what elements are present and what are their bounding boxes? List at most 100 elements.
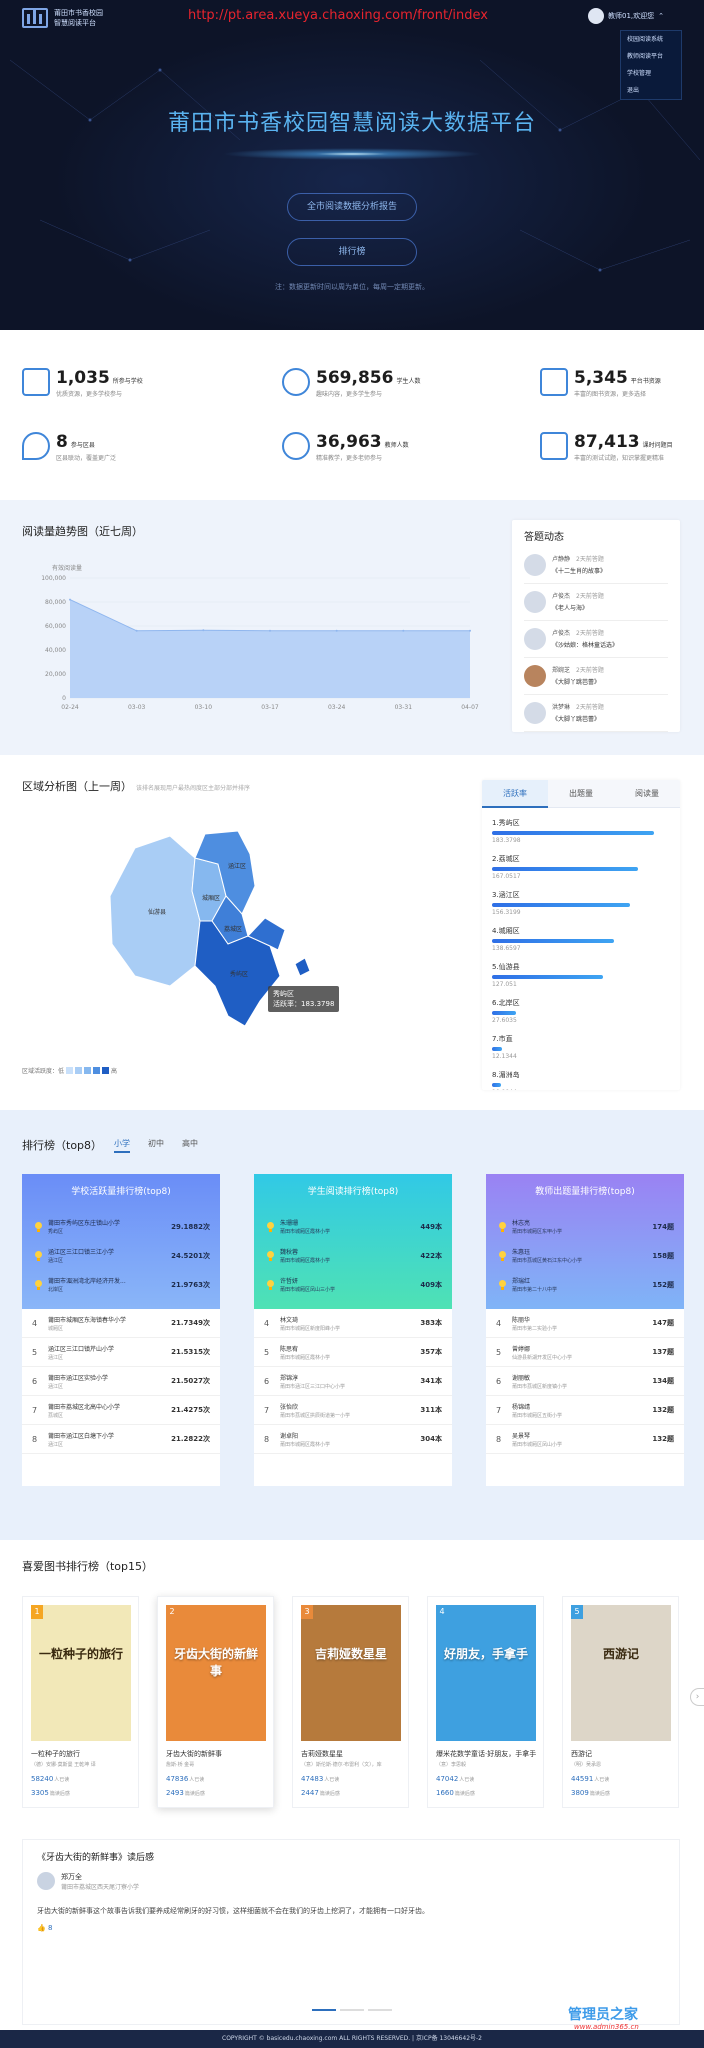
y-tick-label: 80,000: [45, 599, 66, 606]
rank-score: 137题: [652, 1348, 674, 1356]
book-title: 吉莉娅数星星: [301, 1750, 343, 1758]
x-tick-label: 03-03: [128, 704, 146, 711]
rank-name: 莆田市湄洲湾北岸经济开发...: [48, 1278, 126, 1285]
rank-name: 莆田市荔城区北高中心小学: [48, 1403, 121, 1411]
rank-row[interactable]: 魏秋蓉 莆田市城厢区霞林小学 422本: [254, 1241, 452, 1270]
rank-row[interactable]: 7 杨锦靖 莆田市城厢区五街小学 132题: [486, 1396, 684, 1425]
trophy-bulb-icon: [264, 1250, 280, 1261]
rank-row[interactable]: 莆田市秀屿区东庄镇山小学 秀屿区 29.1882次: [22, 1212, 220, 1241]
rank-row[interactable]: 4 林文琦 莆田市城厢区新度阳峰小学 383本: [254, 1309, 452, 1338]
tab-question-count[interactable]: 出题量: [548, 780, 614, 808]
rank-row[interactable]: 郑瑞红 莆田市第二十八中学 152题: [486, 1270, 684, 1299]
rank-sub: 莆田市第二十八中学: [512, 1287, 558, 1293]
network-background: [9, 59, 701, 272]
rank-row[interactable]: 涵江区三江口镇三江小学 涵江区 24.5201次: [22, 1241, 220, 1270]
book-cover[interactable]: 一粒种子的旅行: [31, 1605, 131, 1741]
trophy-bulb-icon: [32, 1250, 48, 1261]
rank-row[interactable]: 6 谢丽敏 莆田市荔城区新度镇小学 134题: [486, 1367, 684, 1396]
reads-unit: 人已读: [459, 1777, 475, 1783]
rank-sub: 莆田市荔城区新度镇小学: [512, 1383, 568, 1390]
rank-row[interactable]: 5 陈思宥 莆田市城厢区霞林小学 357本: [254, 1338, 452, 1367]
carousel-dot[interactable]: [368, 2009, 392, 2011]
data-point: [402, 629, 405, 632]
x-tick-label: 03-17: [261, 704, 279, 711]
rank-score: 147题: [652, 1319, 674, 1327]
tab-senior[interactable]: 高中: [182, 1138, 198, 1149]
data-point: [269, 629, 271, 632]
book-card[interactable]: 一粒种子的旅行 1 一粒种子的旅行 （德）安娜·莫斯曼 王乾坤 译 58240人已读 33…: [22, 1596, 139, 1808]
carousel-next-button[interactable]: ›: [690, 1688, 704, 1706]
district-value: 127.051: [492, 981, 517, 988]
trophy-bulb-icon: [496, 1279, 512, 1290]
menu-item-logout[interactable]: 退出: [621, 82, 681, 99]
book-rank-badge: 2: [166, 1605, 178, 1619]
rank-sub: 北岸区: [48, 1287, 64, 1293]
student-reading-panel: 学生阅读排行榜(top8) 朱珊珊 莆田市城厢区霞林小学 449本 魏秋蓉 莆田市城厢区霞…: [254, 1174, 452, 1486]
reviews-unit: 篇读后感: [589, 1791, 610, 1797]
rank-row[interactable]: 6 郑锦淳 莆田市涵江区三江口中心小学 341本: [254, 1367, 452, 1396]
district-rank-item: 5.仙游县 127.051: [482, 960, 680, 996]
like-button[interactable]: 👍 8: [37, 1924, 52, 1932]
feed-user-name: 卢俊杰 2天前答题: [552, 628, 618, 637]
book-cover[interactable]: 牙齿大街的新鲜事: [166, 1605, 266, 1741]
rank-row[interactable]: 朱珊珊 莆田市城厢区霞林小学 449本: [254, 1212, 452, 1241]
carousel-dot[interactable]: [340, 2009, 364, 2011]
rank-row[interactable]: 4 陈丽华 莆田市第二实验小学 147题: [486, 1309, 684, 1338]
carousel-dot-active[interactable]: [312, 2009, 336, 2011]
rank-name: 吴景琴: [512, 1432, 531, 1440]
rank-row[interactable]: 7 莆田市荔城区北高中心小学 荔城区 21.4275次: [22, 1396, 220, 1425]
brand-logo[interactable]: 莆田市书香校园 智慧阅读平台: [22, 8, 103, 28]
feed-item[interactable]: 郑婉芝 2天前答题 《大脚丫跳芭蕾》: [524, 658, 668, 695]
rank-row[interactable]: 7 张怡欣 莆田市荔城区拱辰街道第一小学 311本: [254, 1396, 452, 1425]
rank-name: 莆田市秀屿区东庄镇山小学: [48, 1220, 121, 1227]
book-card[interactable]: 好朋友，手拿手 4 爆米花数学童话·好朋友，手拿手 （意）李思毅 47042人已读 166…: [427, 1596, 544, 1808]
user-menu-toggle[interactable]: 教师01,欢迎您 ⌃: [588, 8, 664, 24]
tab-reading-volume[interactable]: 阅读量: [614, 780, 680, 808]
y-axis-label: 有效阅读量: [52, 564, 82, 572]
rank-row[interactable]: 莆田市湄洲湾北岸经济开发... 北岸区 21.9763次: [22, 1270, 220, 1299]
panel-title: 学生阅读排行榜(top8): [307, 1187, 399, 1197]
book-card[interactable]: 吉莉娅数星星 3 吉莉娅数星星 （意）斯伦斯·德尔·布雷利（文），库 47483人已读 2…: [292, 1596, 409, 1808]
ranking-button[interactable]: 排行榜: [287, 238, 417, 266]
book-cover-title: 西游记: [602, 1647, 639, 1661]
book-cover[interactable]: 西游记: [571, 1605, 671, 1741]
rank-row[interactable]: 8 吴景琴 莆田市城厢区凤山小学 132题: [486, 1425, 684, 1454]
feed-item[interactable]: 洪梦琳 2天前答题 《大脚丫跳芭蕾》: [524, 695, 668, 732]
report-button[interactable]: 全市阅读数据分析报告: [287, 193, 417, 221]
feed-item[interactable]: 卢静静 2天前答题 《十二生肖的故事》: [524, 547, 668, 584]
rank-row[interactable]: 5 曾婷娜 仙游县新湖开发区中心小学 137题: [486, 1338, 684, 1367]
reads-count: 47042: [436, 1775, 459, 1783]
feed-item[interactable]: 卢俊杰 2天前答题 《老人与海》: [524, 584, 668, 621]
rank-row[interactable]: 林志亮 莆田市城厢区东甲小学 174题: [486, 1212, 684, 1241]
rank-row[interactable]: 5 涵江区三江口镇芹山小学 涵江区 21.5315次: [22, 1338, 220, 1367]
map-label-xiuyu: 秀屿区: [230, 970, 248, 978]
district-ranking-card: 活跃率 出题量 阅读量 1.秀屿区 183.3798 2.荔城区 167.0517 3.…: [482, 780, 680, 1090]
book-card[interactable]: 牙齿大街的新鲜事 2 牙齿大街的新鲜事 詹斯·桥 金哥 47836人已读 2493篇读后感: [157, 1596, 274, 1808]
rank-row[interactable]: 6 莆田市涵江区实验小学 涵江区 21.5027次: [22, 1367, 220, 1396]
rank-name: 朱珊珊: [280, 1220, 299, 1227]
rank-row[interactable]: 8 谢卓阳 莆田市城厢区霞林小学 304本: [254, 1425, 452, 1454]
tab-primary[interactable]: 小学: [114, 1138, 130, 1153]
watermark: 管理员之家: [568, 2007, 638, 2023]
district-value: 27.6035: [492, 1017, 517, 1024]
menu-item-reading-system[interactable]: 校园阅读系统: [621, 31, 681, 48]
rank-row[interactable]: 许哲妍 莆田市城厢区凤山三小学 409本: [254, 1270, 452, 1299]
book-cover[interactable]: 吉莉娅数星星: [301, 1605, 401, 1741]
feed-item[interactable]: 卢俊杰 2天前答题 《沙姑娘：格林童话选》: [524, 621, 668, 658]
rank-row[interactable]: 4 莆田市城厢区东海镇春华小学 城厢区 21.7349次: [22, 1309, 220, 1338]
book-rank-badge: 5: [571, 1605, 583, 1619]
reads-unit: 人已读: [594, 1777, 610, 1783]
tab-junior[interactable]: 初中: [148, 1138, 164, 1149]
carousel-dots: [312, 2009, 392, 2011]
rank-row[interactable]: 朱惠珏 莆田市荔城区黄石江东中心小学 158题: [486, 1241, 684, 1270]
menu-item-teacher-platform[interactable]: 教师阅读平台: [621, 48, 681, 65]
rank-sub: 城厢区: [48, 1325, 64, 1332]
book-cover[interactable]: 好朋友，手拿手: [436, 1605, 536, 1741]
feed-book: 《大脚丫跳芭蕾》: [552, 716, 601, 723]
book-card[interactable]: 西游记 5 西游记 （明）吴承恩 44591人已读 3809篇读后感: [562, 1596, 679, 1808]
rank-sub: 莆田市城厢区新度阳峰小学: [280, 1325, 341, 1332]
district-rank-item: 4.城厢区 138.6597: [482, 924, 680, 960]
tab-activity-rate[interactable]: 活跃率: [482, 780, 548, 808]
menu-item-school-admin[interactable]: 学校管理: [621, 65, 681, 82]
rank-row[interactable]: 8 莆田市涵江区白塘下小学 涵江区 21.2822次: [22, 1425, 220, 1454]
